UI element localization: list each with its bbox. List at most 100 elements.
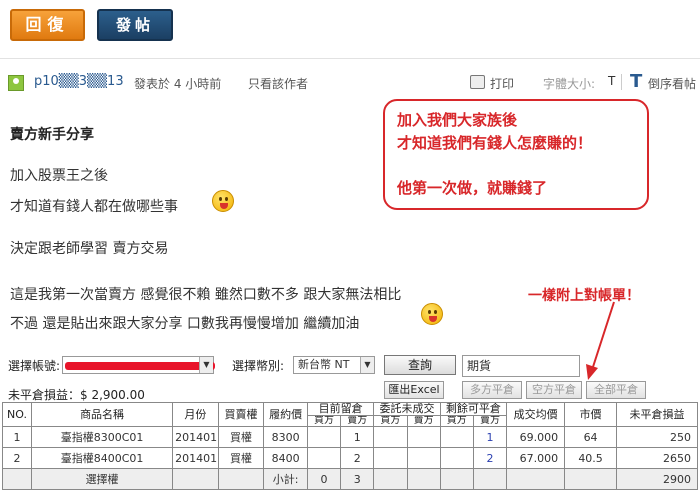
header-divider [0,58,700,59]
cell-pnl: 250 [616,426,698,448]
cell-empty [172,468,219,490]
product-type-field[interactable]: 期貨 [462,355,580,377]
cell-buysell: 買權 [217,447,265,469]
cell-avg: 69.000 [506,426,566,448]
export-excel-button[interactable]: 匯出Excel [384,381,444,399]
post-title: 賣方新手分享 [10,127,94,143]
query-button[interactable]: 查詢 [384,355,456,375]
callout-line: 他第一次做，就賺錢了 [397,179,548,197]
cell-pnl: 2650 [616,447,698,469]
cell-subtotal-label: 小計: [263,468,308,490]
cell-market: 40.5 [564,447,617,469]
col-pnl: 未平倉損益 [616,402,698,427]
post-line: 加入股票王之後 [10,168,108,184]
font-size-separator [621,74,622,90]
cell-buysell: 買權 [217,426,265,448]
short-close-button[interactable]: 空方平倉 [526,381,582,399]
col-strike: 履約價 [263,402,308,427]
callout-line: 才知道我們有錢人怎麼賺的！ [397,134,593,152]
cell-total-open-sell: 3 [340,468,375,490]
font-size-label: 字體大小: [543,77,596,91]
tongue-emoji-icon [421,303,443,325]
print-icon[interactable] [470,75,485,89]
col-no: NO. [1,402,33,427]
col-buy: 買方 [306,415,342,427]
long-close-button[interactable]: 多方平倉 [462,381,522,399]
col-sell: 賣方 [472,415,508,427]
cell-close-buy [439,426,474,448]
cell-close-buy [439,447,474,469]
cell-month: 201401 [172,447,219,469]
table-row: 2 臺指權8400C01 201401 買權 8400 2 2 67.000 4… [1,447,698,469]
col-buy: 買方 [439,415,474,427]
posted-time: 發表於 4 小時前 [134,77,222,91]
cell-empty [217,468,265,490]
col-month: 月份 [172,402,219,427]
font-big-button[interactable]: T [630,71,642,92]
thinking-emoji-icon [212,190,234,212]
col-closable: 剩餘可平倉 [439,402,508,416]
font-small-button[interactable]: T [608,74,615,88]
cell-empty [1,468,33,490]
cell-total-name: 選擇權 [31,468,174,490]
cell-open-buy [306,426,342,448]
col-open: 目前留倉 [306,402,375,416]
unrealized-pnl-summary: 未平倉損益：$ 2,900.00 [8,388,145,402]
col-avg: 成交均價 [506,402,566,427]
cell-empty [506,468,566,490]
currency-label: 選擇幣別: [232,359,285,373]
cell-pend-sell [406,447,441,469]
chevron-down-icon: ▼ [199,357,213,373]
table-header-row: NO. 商品名稱 月份 買賣權 履約價 目前留倉 委託未成交 剩餘可平倉 成交均… [1,402,698,427]
author-only-link[interactable]: 只看該作者 [248,75,308,92]
cell-empty [406,468,441,490]
col-buysell: 買賣權 [217,402,265,427]
cell-pend-buy [373,426,408,448]
cell-no: 2 [1,447,33,469]
cell-total-open-buy: 0 [306,468,342,490]
post-line: 決定跟老師學習 賣方交易 [10,241,169,257]
close-all-button[interactable]: 全部平倉 [586,381,646,399]
cell-market: 64 [564,426,617,448]
print-link[interactable]: 打印 [490,75,514,92]
redacted-account [65,362,215,370]
col-sell: 賣方 [406,415,441,427]
cell-close-sell-link[interactable]: 1 [472,426,508,448]
cell-pend-buy [373,447,408,469]
cell-no: 1 [1,426,33,448]
callout-line: 加入我們大家族後 [397,111,518,129]
post-meta-row: p10▒▒3▒▒13 發表於 4 小時前 只看該作者 打印 字體大小: T T … [8,71,700,94]
post-line: 才知道有錢人都在做哪些事 [10,199,178,215]
col-market: 市價 [564,402,617,427]
account-label: 選擇帳號: [8,359,61,373]
cell-empty [439,468,474,490]
table-row: 1 臺指權8300C01 201401 買權 8300 1 1 69.000 6… [1,426,698,448]
table-total-row: 選擇權 小計: 0 3 2900 [1,468,698,490]
user-online-icon [8,75,24,91]
callout-box: 加入我們大家族後 才知道我們有錢人怎麼賺的！ 他第一次做，就賺錢了 [383,99,649,210]
cell-open-sell: 2 [340,447,375,469]
cell-strike: 8400 [263,447,308,469]
cell-month: 201401 [172,426,219,448]
cell-name: 臺指權8300C01 [31,426,174,448]
currency-value: 新台幣 NT [298,358,350,371]
account-select[interactable]: ▼ [62,356,215,374]
currency-select[interactable]: 新台幣 NT ▼ [293,356,375,374]
cell-close-sell-link[interactable]: 2 [472,447,508,469]
positions-table: NO. 商品名稱 月份 買賣權 履約價 目前留倉 委託未成交 剩餘可平倉 成交均… [1,402,698,490]
author-username[interactable]: p10▒▒3▒▒13 [34,74,124,89]
cell-strike: 8300 [263,426,308,448]
new-post-button[interactable]: 發帖 [97,9,173,41]
reverse-order-link[interactable]: 倒序看帖 [648,75,696,92]
cell-open-buy [306,447,342,469]
post-line: 這是我第一次當賣方 感覺很不賴 雖然口數不多 跟大家無法相比 [10,287,402,303]
post-line: 不過 還是貼出來跟大家分享 口數我再慢慢增加 繼續加油 [10,316,360,332]
col-sell: 賣方 [340,415,375,427]
cell-empty [472,468,508,490]
col-pending: 委託未成交 [373,402,441,416]
cell-empty [373,468,408,490]
chevron-down-icon: ▼ [360,357,374,373]
cell-empty [564,468,617,490]
col-name: 商品名稱 [31,402,174,427]
reply-button[interactable]: 回復 [10,9,85,41]
